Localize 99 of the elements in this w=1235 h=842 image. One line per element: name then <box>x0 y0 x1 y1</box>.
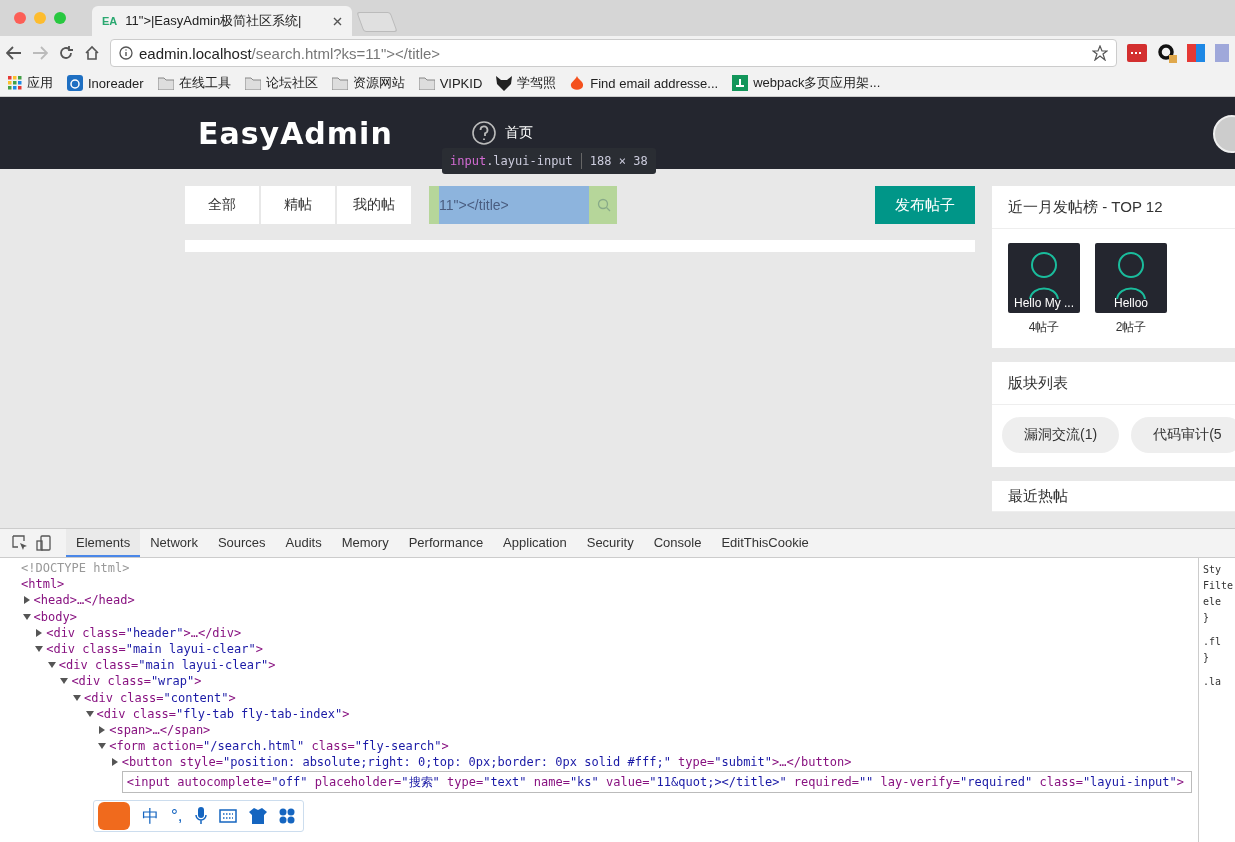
dom-node[interactable]: <span>…</span> <box>109 722 211 739</box>
expand-arrow-icon[interactable] <box>47 661 56 670</box>
star-icon[interactable] <box>1092 45 1108 61</box>
devtools-tab[interactable]: Console <box>643 529 712 557</box>
help-icon <box>470 120 497 146</box>
user-card[interactable]: Hello My ... <box>1008 243 1080 313</box>
address-field[interactable]: eadmin.localhost/search.html?ks=11"></title> <box>110 39 1117 67</box>
close-icon[interactable] <box>333 16 342 26</box>
devtools-tab[interactable]: Security <box>576 529 644 557</box>
devtools-tab[interactable]: Audits <box>275 529 332 557</box>
dom-node[interactable]: <div class="main layui-clear"> <box>46 641 263 658</box>
dom-node[interactable]: <html> <box>21 576 65 593</box>
grid-icon[interactable] <box>278 808 295 824</box>
devtools-tab[interactable]: Application <box>493 529 577 557</box>
flame-icon <box>570 75 586 91</box>
ime-language[interactable]: 中 <box>142 804 159 828</box>
fox-icon <box>496 75 513 91</box>
devtools-tab[interactable]: EditThisCookie <box>711 529 819 557</box>
user-card[interactable]: Helloo <box>1095 243 1167 313</box>
inspect-icon[interactable] <box>12 535 28 551</box>
devtools-tab[interactable]: Sources <box>207 529 276 557</box>
board-tag[interactable]: 漏洞交流(1) <box>1002 417 1120 453</box>
expand-arrow-icon[interactable] <box>98 742 107 751</box>
device-icon[interactable] <box>36 535 52 551</box>
bookmark[interactable]: 论坛社区 <box>244 74 318 92</box>
dom-node[interactable]: <head>…</head> <box>33 592 135 609</box>
url-host: eadmin.localhost <box>139 44 252 62</box>
style-rule: .la <box>1203 675 1223 689</box>
dom-node[interactable]: <div class="fly-tab fly-tab-index"> <box>96 705 350 723</box>
home-link[interactable]: 首页 <box>470 120 533 146</box>
tab-title: 11">|EasyAdmin极简社区系统| <box>125 12 303 30</box>
bookmark[interactable]: VIPKID <box>418 75 483 91</box>
dom-node[interactable]: <form action="/search.html" class="fly-search"> <box>109 738 449 755</box>
style-rule: Sty <box>1203 563 1223 577</box>
devtools-tab[interactable]: Memory <box>331 529 399 557</box>
bookmark[interactable]: 在线工具 <box>157 74 231 92</box>
back-icon[interactable] <box>6 46 22 60</box>
style-rule: ele <box>1203 595 1223 609</box>
ime-punctuation[interactable]: °, <box>171 806 183 826</box>
tab-favicon: EA <box>102 15 118 27</box>
style-rule: Filte <box>1203 579 1235 593</box>
panel-title: 最近热帖 <box>992 481 1235 512</box>
ime-logo-icon <box>98 802 130 830</box>
element-tooltip: input.layui-input 188 × 38 <box>442 148 656 174</box>
board-tag[interactable]: 代码审计(5 <box>1131 417 1235 453</box>
style-rule: } <box>1203 651 1211 665</box>
bookmark[interactable]: 资源网站 <box>331 74 405 92</box>
reload-icon[interactable] <box>58 45 74 61</box>
expand-arrow-icon[interactable] <box>110 758 119 767</box>
dom-node[interactable]: <div class="main layui-clear"> <box>58 657 276 674</box>
dom-node[interactable]: <body> <box>33 608 77 625</box>
keyboard-icon[interactable] <box>218 809 237 823</box>
dom-node[interactable]: <button style="position: absolute;right: 0;top: 0px;border: 0px solid #fff;" type="submit">…</button> <box>121 754 852 771</box>
post-count: 2帖子 <box>1115 319 1147 336</box>
bookmark[interactable]: 应用 <box>8 74 53 92</box>
filter-tab[interactable]: 全部 <box>185 186 259 224</box>
folder-icon <box>157 76 174 90</box>
expand-arrow-icon[interactable] <box>35 628 44 637</box>
devtools-tab[interactable]: Network <box>140 529 208 557</box>
folder-icon <box>244 76 261 90</box>
dom-node[interactable]: <div class="header">…</div> <box>46 624 242 641</box>
filter-tab[interactable]: 我的帖 <box>337 186 411 224</box>
url-path: /search.html?ks=11"></title> <box>251 44 442 62</box>
site-logo-icon <box>732 75 749 91</box>
filter-tab[interactable]: 精帖 <box>261 186 335 224</box>
extension-icon[interactable] <box>1127 44 1147 62</box>
info-icon[interactable] <box>119 46 133 60</box>
expand-arrow-icon[interactable] <box>35 645 44 653</box>
devtools-tab[interactable]: Performance <box>398 529 494 557</box>
browser-tab[interactable]: EA 11">|EasyAdmin极简社区系统| <box>92 6 352 36</box>
expand-arrow-icon[interactable] <box>98 726 107 735</box>
expand-arrow-icon[interactable] <box>60 677 69 686</box>
shirt-icon[interactable] <box>248 808 267 824</box>
dom-node[interactable]: <div class="content"> <box>84 689 236 706</box>
post-count: 4帖子 <box>1028 319 1060 336</box>
expand-arrow-icon[interactable] <box>85 709 94 718</box>
bookmark[interactable]: Find email addresse... <box>570 75 719 91</box>
new-post-button[interactable]: 发布帖子 <box>875 186 975 224</box>
panel-title: 近一月发帖榜 - TOP 12 <box>992 186 1235 229</box>
home-icon[interactable] <box>84 45 100 61</box>
dom-node[interactable]: <div class="wrap"> <box>71 673 202 690</box>
style-rule: .fl <box>1203 635 1223 649</box>
bookmark[interactable]: Inoreader <box>67 75 144 91</box>
devtools-tab[interactable]: Elements <box>66 529 141 557</box>
style-rule: } <box>1203 611 1211 625</box>
folder-icon <box>418 76 435 90</box>
bookmark[interactable]: webpack多页应用架... <box>732 74 881 92</box>
html-edit-field[interactable]: <input autocomplete="off" placeholder="搜索" type="text" name="ks" value="11&quot;></title>" required="" lay-verify="required" class="layui-input"> <box>121 770 1192 793</box>
expand-arrow-icon[interactable] <box>73 693 81 702</box>
bookmark[interactable]: 学驾照 <box>496 74 557 92</box>
apps-grid-icon <box>8 76 22 90</box>
expand-arrow-icon[interactable] <box>22 612 31 621</box>
folder-icon <box>331 76 348 90</box>
feed-icon <box>67 75 83 91</box>
expand-arrow-icon[interactable] <box>22 596 31 605</box>
panel-title: 版块列表 <box>992 362 1235 405</box>
ring-icon[interactable] <box>1157 43 1177 63</box>
site-logo[interactable]: EasyAdmin <box>198 115 393 151</box>
microphone-icon[interactable] <box>194 807 207 825</box>
